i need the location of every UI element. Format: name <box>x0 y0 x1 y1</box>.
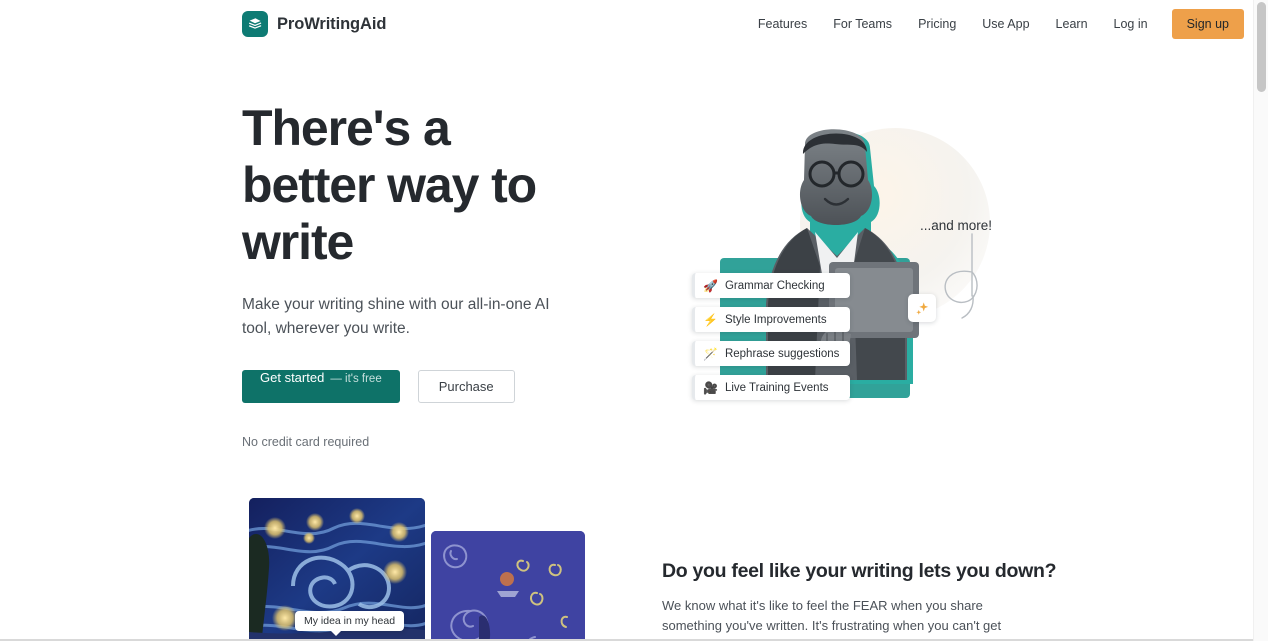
main-navigation: Features For Teams Pricing Use App Learn… <box>745 0 1244 48</box>
nav-item-learn[interactable]: Learn <box>1043 0 1101 48</box>
lower-section-title: Do you feel like your writing lets you d… <box>662 560 1057 582</box>
sparkle-icon <box>915 301 928 315</box>
chip-label: Live Training Events <box>724 381 829 394</box>
lower-section: My idea in my head Do you feel like your… <box>0 470 1256 641</box>
nav-item-for-teams[interactable]: For Teams <box>820 0 905 48</box>
get-started-suffix: — it's free <box>330 373 382 385</box>
feature-chip-list: 🚀 Grammar Checking ⚡ Style Improvements … <box>692 273 851 400</box>
brand-logo-link[interactable]: ProWritingAid <box>242 11 386 37</box>
feature-chip-rephrase-suggestions[interactable]: 🪄 Rephrase suggestions <box>692 341 851 366</box>
purchase-button[interactable]: Purchase <box>417 370 515 403</box>
idea-vs-page-illustration: My idea in my head <box>249 498 589 641</box>
feature-chip-live-training-events[interactable]: 🎥 Live Training Events <box>692 375 851 400</box>
magic-wand-icon: 🪄 <box>703 346 718 361</box>
lower-copy: Do you feel like your writing lets you d… <box>662 560 1082 641</box>
vertical-scrollbar-track[interactable] <box>1253 0 1268 641</box>
nav-item-log-in[interactable]: Log in <box>1101 0 1161 48</box>
crude-sketch-image <box>431 531 585 641</box>
page-root: ProWritingAid Features For Teams Pricing… <box>0 0 1268 641</box>
hero-title: There's a better way to write <box>242 100 537 270</box>
brand-name: ProWritingAid <box>277 14 387 33</box>
get-started-label: Get started <box>260 370 325 385</box>
chip-label: Rephrase suggestions <box>724 347 840 360</box>
lower-section-body: We know what it's like to feel the FEAR … <box>662 598 1002 641</box>
hero-subtitle: Make your writing shine with our all-in-… <box>242 296 550 337</box>
hand-drawn-arrow-doodle <box>944 233 978 319</box>
get-started-button[interactable]: Get started — it's free <box>242 370 400 403</box>
hero-cta-group: Get started — it's free Purchase <box>242 370 642 403</box>
sign-up-button[interactable]: Sign up <box>1171 9 1244 39</box>
hero-illustration: 🚀 Grammar Checking ⚡ Style Improvements … <box>660 98 1020 438</box>
lightning-bolt-icon: ⚡ <box>703 312 718 327</box>
rocket-icon: 🚀 <box>703 278 718 293</box>
prowritingaid-logo-icon <box>242 11 268 37</box>
feature-chip-style-improvements[interactable]: ⚡ Style Improvements <box>692 307 851 332</box>
hero-section: There's a better way to write Make your … <box>0 48 1256 468</box>
video-camera-icon: 🎥 <box>703 380 718 395</box>
chip-label: Grammar Checking <box>724 279 825 292</box>
hero-copy: There's a better way to write Make your … <box>242 100 642 449</box>
site-header: ProWritingAid Features For Teams Pricing… <box>0 0 1256 48</box>
ai-sparkle-badge <box>908 294 936 322</box>
no-credit-card-note: No credit card required <box>242 435 370 449</box>
nav-item-features[interactable]: Features <box>745 0 820 48</box>
vertical-scrollbar-thumb[interactable] <box>1257 2 1266 92</box>
chip-label: Style Improvements <box>724 313 827 326</box>
feature-chip-grammar-checking[interactable]: 🚀 Grammar Checking <box>692 273 851 298</box>
and-more-label: ...and more! <box>920 218 993 233</box>
nav-item-use-app[interactable]: Use App <box>969 0 1042 48</box>
nav-item-pricing[interactable]: Pricing <box>905 0 969 48</box>
idea-caption-bubble: My idea in my head <box>295 611 405 636</box>
